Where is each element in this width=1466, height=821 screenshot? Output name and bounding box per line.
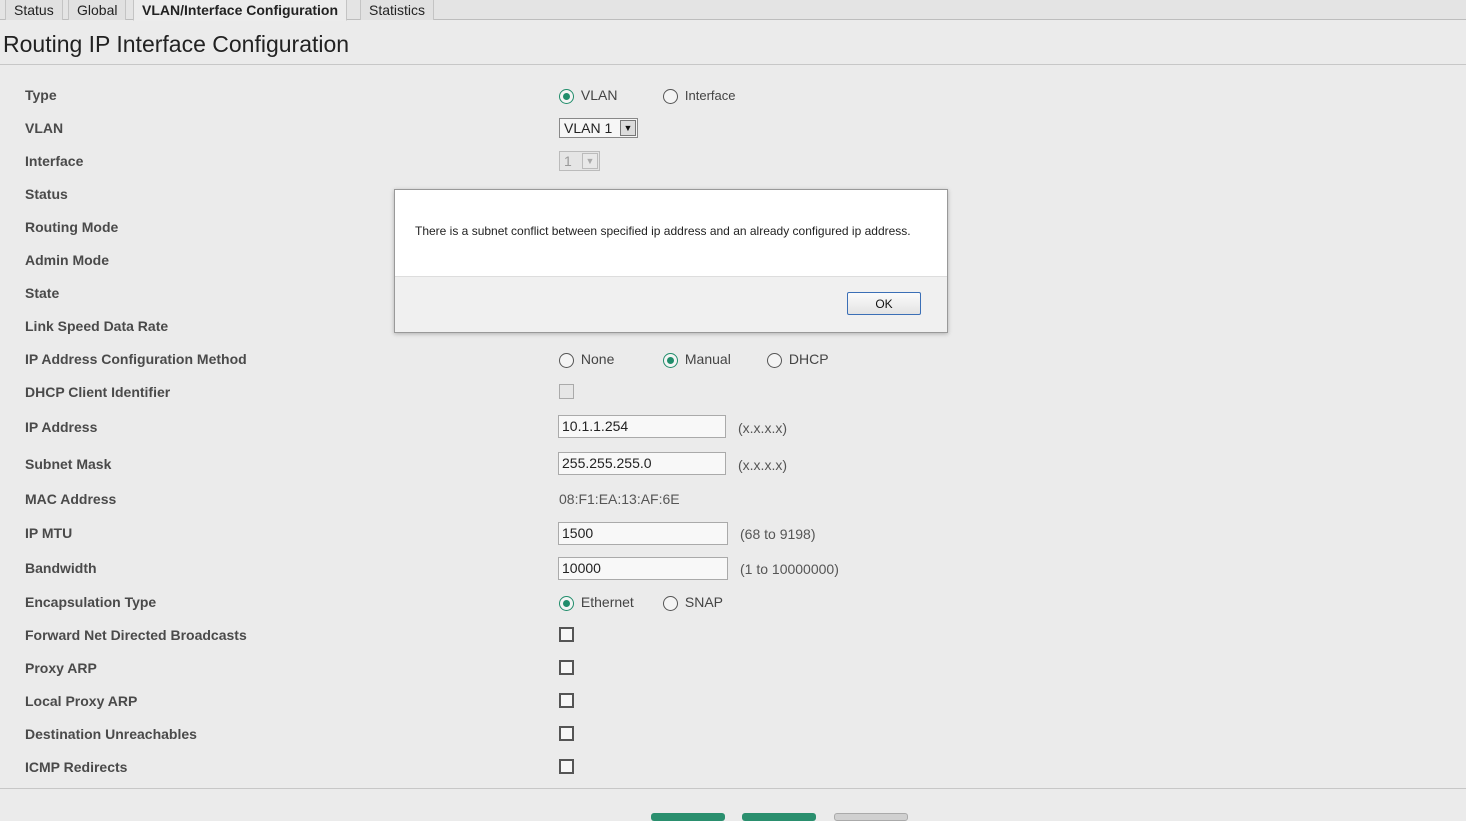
subnet-mask-input[interactable]: 255.255.255.0 [558, 452, 726, 475]
ip-mtu-input[interactable]: 1500 [558, 522, 728, 545]
encapsulation-label: Encapsulation Type [25, 594, 157, 610]
type-vlan-option[interactable]: VLAN [559, 87, 617, 104]
status-label: Status [25, 186, 68, 202]
type-interface-text: Interface [684, 88, 736, 103]
local-proxy-arp-checkbox[interactable] [559, 693, 574, 708]
mac-address-value: 08:F1:EA:13:AF:6E [559, 491, 680, 507]
mac-address-label: MAC Address [25, 491, 117, 507]
proxy-arp-label: Proxy ARP [25, 660, 97, 676]
dialog-footer: OK [395, 276, 947, 332]
tab-statistics[interactable]: Statistics [360, 0, 435, 20]
dhcp-client-id-label: DHCP Client Identifier [25, 384, 171, 400]
tab-status[interactable]: Status [5, 0, 63, 20]
local-proxy-arp-label: Local Proxy ARP [25, 693, 138, 709]
interface-select-value: 1 [564, 153, 572, 169]
interface-label: Interface [25, 153, 84, 169]
subnet-mask-label: Subnet Mask [25, 456, 112, 472]
encapsulation-ethernet-radio[interactable] [559, 595, 574, 611]
footer-button-1[interactable] [651, 813, 725, 821]
footer-button-3[interactable] [834, 813, 908, 821]
ip-method-dhcp-text: DHCP [788, 351, 829, 367]
ip-method-label: IP Address Configuration Method [25, 351, 247, 367]
admin-mode-label: Admin Mode [25, 252, 109, 268]
page-title: Routing IP Interface Configuration [3, 31, 350, 57]
encapsulation-snap-option[interactable]: SNAP [663, 594, 723, 611]
ip-method-manual-text: Manual [684, 351, 731, 367]
bandwidth-hint: (1 to 10000000) [740, 561, 839, 577]
encapsulation-ethernet-text: Ethernet [580, 594, 634, 610]
ip-method-dhcp-option[interactable]: DHCP [767, 351, 829, 368]
dhcp-client-id-checkbox [559, 384, 574, 399]
ok-button[interactable]: OK [847, 292, 921, 315]
bottom-divider [0, 788, 1466, 789]
fwd-net-directed-checkbox[interactable] [559, 627, 574, 642]
ip-address-hint: (x.x.x.x) [738, 420, 787, 436]
tab-vlan-interface-configuration[interactable]: VLAN/Interface Configuration [133, 0, 348, 21]
bandwidth-label: Bandwidth [25, 560, 97, 576]
encapsulation-ethernet-option[interactable]: Ethernet [559, 594, 634, 611]
type-vlan-radio[interactable] [559, 88, 574, 104]
dest-unreachables-label: Destination Unreachables [25, 726, 197, 742]
ip-mtu-label: IP MTU [25, 525, 73, 541]
chevron-down-icon: ▼ [582, 153, 598, 169]
ip-method-none-option[interactable]: None [559, 351, 614, 368]
vlan-label: VLAN [25, 120, 64, 136]
ip-method-none-radio[interactable] [559, 352, 574, 368]
bandwidth-input[interactable]: 10000 [558, 557, 728, 580]
type-interface-option[interactable]: Interface [663, 87, 735, 104]
type-interface-radio[interactable] [663, 88, 678, 104]
footer-button-2[interactable] [742, 813, 816, 821]
ip-address-input[interactable]: 10.1.1.254 [558, 415, 726, 438]
tab-global[interactable]: Global [68, 0, 127, 20]
encapsulation-snap-text: SNAP [684, 594, 724, 610]
proxy-arp-checkbox[interactable] [559, 660, 574, 675]
ip-mtu-hint: (68 to 9198) [740, 526, 816, 542]
type-label: Type [25, 87, 57, 103]
link-speed-label: Link Speed Data Rate [25, 318, 169, 334]
type-vlan-text: VLAN [580, 87, 618, 103]
fwd-net-directed-label: Forward Net Directed Broadcasts [25, 627, 247, 643]
vlan-select-value: VLAN 1 [564, 120, 613, 136]
vlan-select[interactable]: VLAN 1 ▼ [559, 118, 638, 138]
routing-mode-label: Routing Mode [25, 219, 119, 235]
ip-method-dhcp-radio[interactable] [767, 352, 782, 368]
subnet-mask-hint: (x.x.x.x) [738, 457, 787, 473]
dialog-message: There is a subnet conflict between speci… [415, 224, 911, 238]
ip-method-manual-radio[interactable] [663, 352, 678, 368]
ip-address-label: IP Address [25, 419, 98, 435]
chevron-down-icon[interactable]: ▼ [620, 120, 636, 136]
title-divider [0, 64, 1466, 65]
interface-select: 1 ▼ [559, 151, 600, 171]
icmp-redirects-checkbox[interactable] [559, 759, 574, 774]
ip-method-manual-option[interactable]: Manual [663, 351, 731, 368]
icmp-redirects-label: ICMP Redirects [25, 759, 128, 775]
error-dialog: There is a subnet conflict between speci… [394, 189, 948, 333]
dest-unreachables-checkbox[interactable] [559, 726, 574, 741]
tab-bar: Status Global VLAN/Interface Configurati… [0, 0, 1466, 21]
state-label: State [25, 285, 60, 301]
encapsulation-snap-radio[interactable] [663, 595, 678, 611]
ip-method-none-text: None [580, 351, 615, 367]
